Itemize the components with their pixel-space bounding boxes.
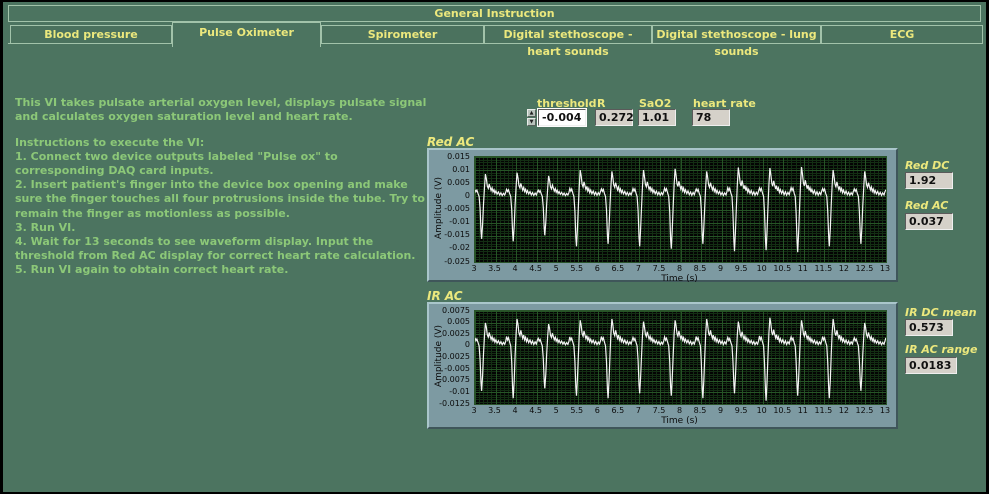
red-ac-graph: 0.015 0.01 0.005 0 -0.005 -0.01 -0.015 -0.02 -0.…: [427, 148, 898, 284]
instructions-text: This VI takes pulsate arterial oxygen le…: [15, 96, 427, 277]
tab-stethoscope-lung[interactable]: Digital stethoscope - lung sounds: [652, 25, 821, 58]
instruction-step: 5. Run VI again to obtain correct heart …: [15, 262, 289, 276]
y-axis-label: Amplitude (V): [434, 324, 444, 387]
tab-stethoscope-heart[interactable]: Digital stethoscope - heart sounds: [484, 25, 652, 58]
heart-rate-indicator: 78: [692, 109, 730, 126]
tab-spirometer[interactable]: Spirometer: [321, 25, 484, 44]
ir-ac-range-label: IR AC range: [905, 343, 978, 356]
instruction-step: 4. Wait for 13 seconds to see waveform d…: [15, 234, 416, 262]
ir-ac-chart-title: IR AC: [427, 289, 463, 303]
general-instruction-header[interactable]: General Instruction: [8, 5, 981, 22]
ir-ac-graph: 0.0075 0.005 0.0025 0 -0.0025 -0.005 -0.0075 -0…: [427, 302, 898, 429]
ir-dc-mean-indicator: 0.573: [905, 319, 953, 336]
ir-dc-mean-label: IR DC mean: [905, 306, 977, 319]
tab-blood-pressure[interactable]: Blood pressure: [10, 25, 172, 44]
plot-area: [474, 156, 887, 263]
ir-ac-chart-block: IR AC 0.0075 0.005 0.0025 0 -0.0025 -0.005 -0.…: [427, 289, 898, 429]
x-axis-tick-label: 13: [879, 264, 891, 273]
red-ac-range-indicator: 0.037: [905, 213, 953, 230]
red-dc-mean-indicator: 1.92: [905, 172, 953, 189]
tab-pulse-oximeter[interactable]: Pulse Oximeter: [172, 22, 321, 47]
tab-row: Blood pressure Pulse Oximeter Spirometer…: [8, 22, 983, 58]
tab-ecg[interactable]: ECG: [821, 25, 983, 44]
red-ac-chart-title: Red AC: [427, 135, 475, 149]
threshold-increment-button[interactable]: ▲: [527, 109, 536, 117]
screenshot-root: General Instruction Blood pressure Pulse…: [0, 0, 989, 497]
x-axis-tick-label: 13: [879, 406, 891, 415]
sao2-indicator: 1.01: [638, 109, 676, 126]
plot-area: [474, 310, 887, 405]
instruction-step: 2. Insert patient's finger into the devi…: [15, 178, 425, 220]
threshold-input[interactable]: -0.004: [537, 108, 587, 127]
instruction-step: 3. Run VI.: [15, 220, 76, 234]
x-axis-label: Time (s): [661, 416, 698, 426]
instructions-heading: Instructions to execute the VI:: [15, 136, 205, 150]
labview-front-panel: General Instruction Blood pressure Pulse…: [0, 0, 989, 494]
general-instruction-label: General Instruction: [434, 7, 555, 20]
threshold-decrement-button[interactable]: ▼: [527, 118, 536, 126]
y-axis-label: Amplitude (V): [434, 176, 444, 239]
x-axis-label: Time (s): [661, 274, 698, 284]
red-ac-chart-block: Red AC 0.015 0.01 0.005 0 -0.005 -0.01 -0.015-…: [427, 135, 898, 284]
ir-ac-range-indicator: 0.0183: [905, 357, 957, 374]
instruction-step: 1. Connect two device outputs labeled "P…: [15, 150, 338, 178]
r-indicator: 0.272: [595, 109, 634, 126]
instructions-intro: This VI takes pulsate arterial oxygen le…: [15, 96, 427, 124]
threshold-spinner: ▲ ▼: [527, 109, 536, 126]
